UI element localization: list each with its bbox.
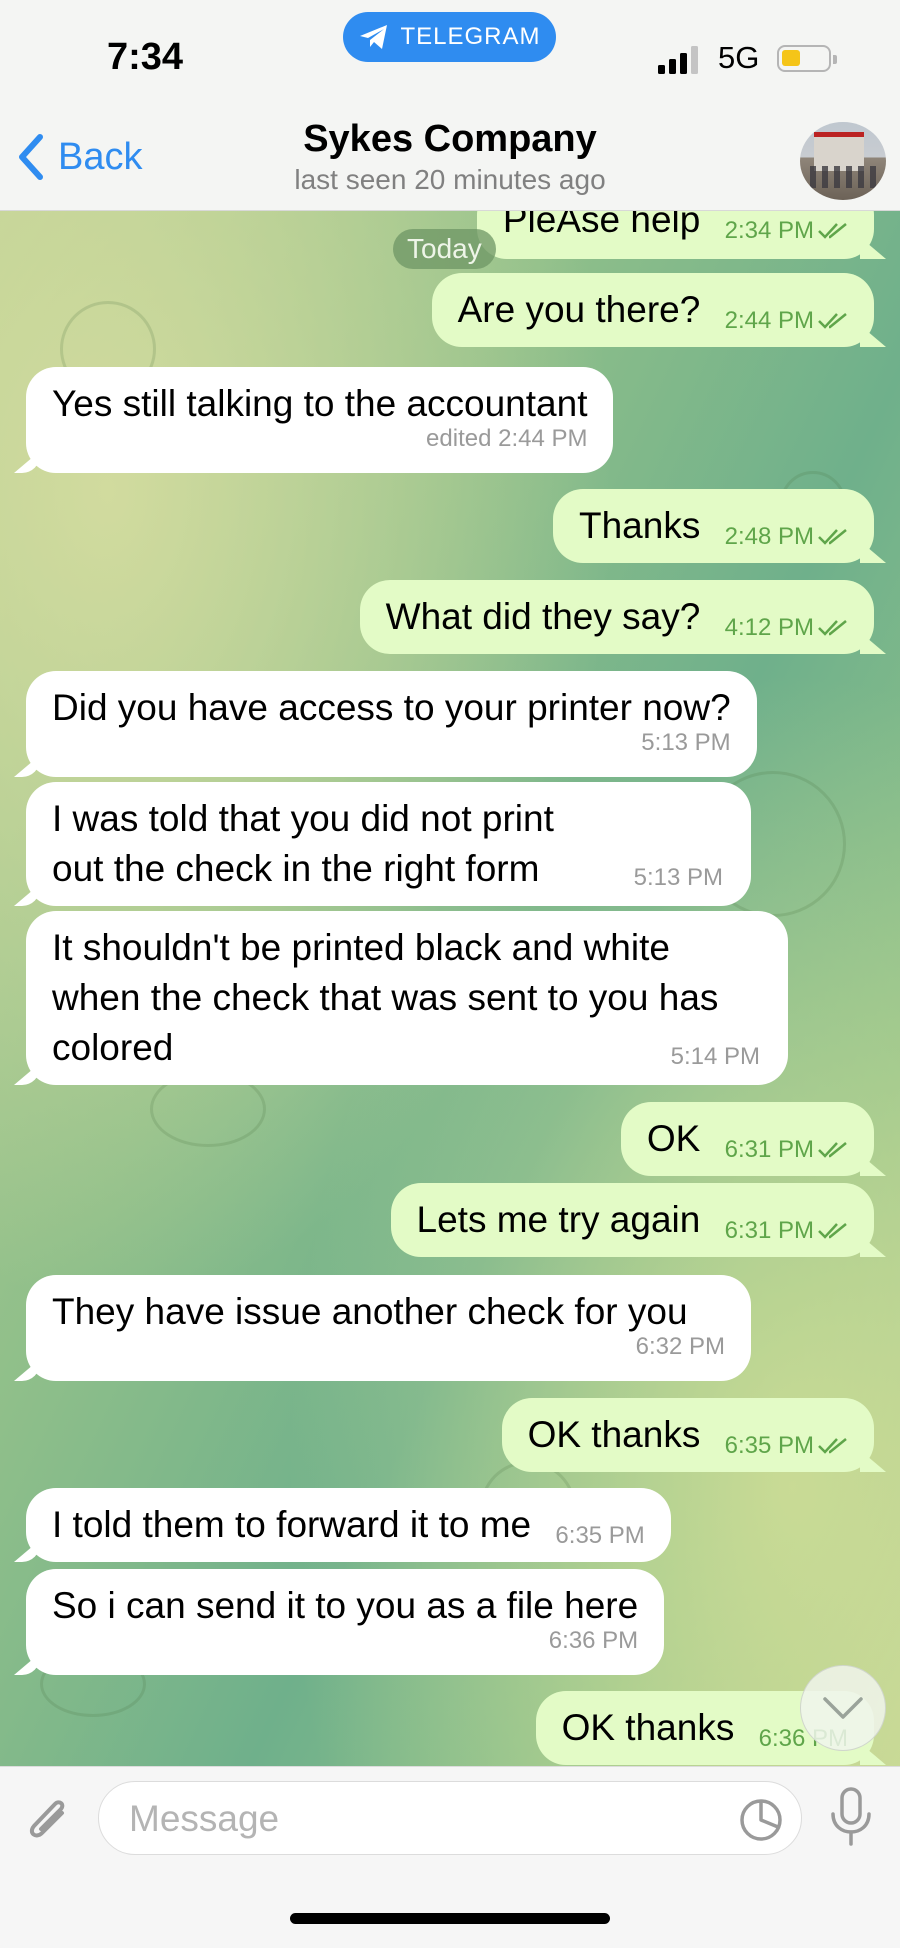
message-field[interactable]: [98, 1781, 802, 1855]
message-incoming[interactable]: I told them to forward it to me 6:35 PM: [26, 1488, 671, 1562]
top-bar: 7:34 TELEGRAM 5G Back Sykes Company last…: [0, 0, 900, 211]
sticker-icon[interactable]: [738, 1797, 784, 1843]
double-check-icon: [818, 529, 847, 545]
message-incoming[interactable]: It shouldn't be printed black and white …: [26, 911, 788, 1085]
message-time: 6:36 PM: [548, 1627, 639, 1654]
message-incoming[interactable]: So i can send it to you as a file here 6…: [26, 1569, 665, 1675]
message-time: 5:14 PM: [670, 1043, 760, 1070]
double-check-icon: [818, 1223, 847, 1239]
chevron-down-icon: [823, 1697, 863, 1719]
message-text: OK thanks: [561, 1707, 735, 1748]
message-text: OK: [646, 1118, 701, 1159]
message-outgoing[interactable]: Thanks 2:48 PM: [552, 489, 874, 563]
message-time: 6:32 PM: [635, 1333, 725, 1360]
message-outgoing[interactable]: Lets me try again 6:31 PM: [390, 1183, 874, 1257]
message-incoming[interactable]: Yes still talking to the accountant edit…: [26, 367, 614, 473]
message-time: 6:31 PM: [725, 1136, 848, 1164]
double-check-icon: [818, 1438, 847, 1454]
double-check-icon: [818, 1142, 847, 1158]
chat-title[interactable]: Sykes Company: [0, 118, 900, 161]
message-time: 6:35 PM: [725, 1432, 848, 1460]
message-outgoing[interactable]: Are you there? 2:44 PM: [431, 273, 874, 347]
message-text: Yes still talking to the accountant: [52, 383, 588, 424]
telegram-badge-label: TELEGRAM: [400, 23, 541, 50]
message-time: 5:13 PM: [633, 864, 723, 891]
battery-icon: [777, 45, 837, 72]
message-time: 4:12 PM: [725, 614, 848, 642]
message-outgoing[interactable]: OK thanks 6:35 PM: [501, 1398, 874, 1472]
message-text: OK thanks: [527, 1414, 701, 1455]
message-text: I told them to forward it to me: [52, 1504, 532, 1545]
date-chip: Today: [393, 229, 496, 269]
message-text: So i can send it to you as a file here: [52, 1585, 639, 1626]
message-time: 2:34 PM: [725, 217, 848, 245]
message-time: edited 2:44 PM: [426, 425, 588, 452]
status-time: 7:34: [107, 36, 184, 78]
message-text: I was told that you did not print out th…: [52, 798, 554, 889]
message-time: 6:31 PM: [725, 1217, 848, 1245]
message-time: 2:44 PM: [725, 307, 848, 335]
chat-area[interactable]: Today PleAse help 2:34 PM Are you there?…: [0, 211, 900, 1766]
double-check-icon: [818, 313, 847, 329]
message-time: 2:48 PM: [725, 523, 848, 551]
last-seen-status: last seen 20 minutes ago: [294, 164, 606, 195]
scroll-to-bottom-button[interactable]: [800, 1665, 886, 1751]
message-text: They have issue another check for you: [52, 1291, 688, 1332]
message-incoming[interactable]: Did you have access to your printer now?…: [26, 671, 757, 777]
message-time: 6:35 PM: [555, 1522, 645, 1549]
message-text: PleAse help: [502, 211, 701, 240]
message-outgoing[interactable]: What did they say? 4:12 PM: [359, 580, 874, 654]
message-incoming[interactable]: They have issue another check for you 6:…: [26, 1275, 751, 1381]
message-text: What did they say?: [385, 596, 701, 637]
message-text: Lets me try again: [416, 1199, 701, 1240]
message-input[interactable]: [127, 1792, 691, 1846]
double-check-icon: [818, 223, 847, 239]
home-indicator: [290, 1913, 610, 1924]
message-time: 5:13 PM: [641, 729, 731, 756]
microphone-icon[interactable]: [828, 1786, 874, 1848]
message-outgoing[interactable]: OK 6:31 PM: [620, 1102, 874, 1176]
telegram-badge[interactable]: TELEGRAM: [343, 12, 556, 62]
network-type: 5G: [718, 40, 760, 75]
telegram-icon: [360, 25, 388, 49]
double-check-icon: [818, 620, 847, 636]
message-text: Thanks: [578, 505, 701, 546]
message-outgoing[interactable]: PleAse help 2:34 PM: [476, 211, 874, 259]
signal-icon: [658, 46, 698, 74]
message-text: Did you have access to your printer now?: [52, 687, 731, 728]
message-text: It shouldn't be printed black and white …: [52, 927, 719, 1068]
message-incoming[interactable]: I was told that you did not print out th…: [26, 782, 751, 906]
paperclip-icon[interactable]: [22, 1791, 74, 1849]
avatar[interactable]: [800, 122, 886, 200]
message-text: Are you there?: [457, 289, 701, 330]
